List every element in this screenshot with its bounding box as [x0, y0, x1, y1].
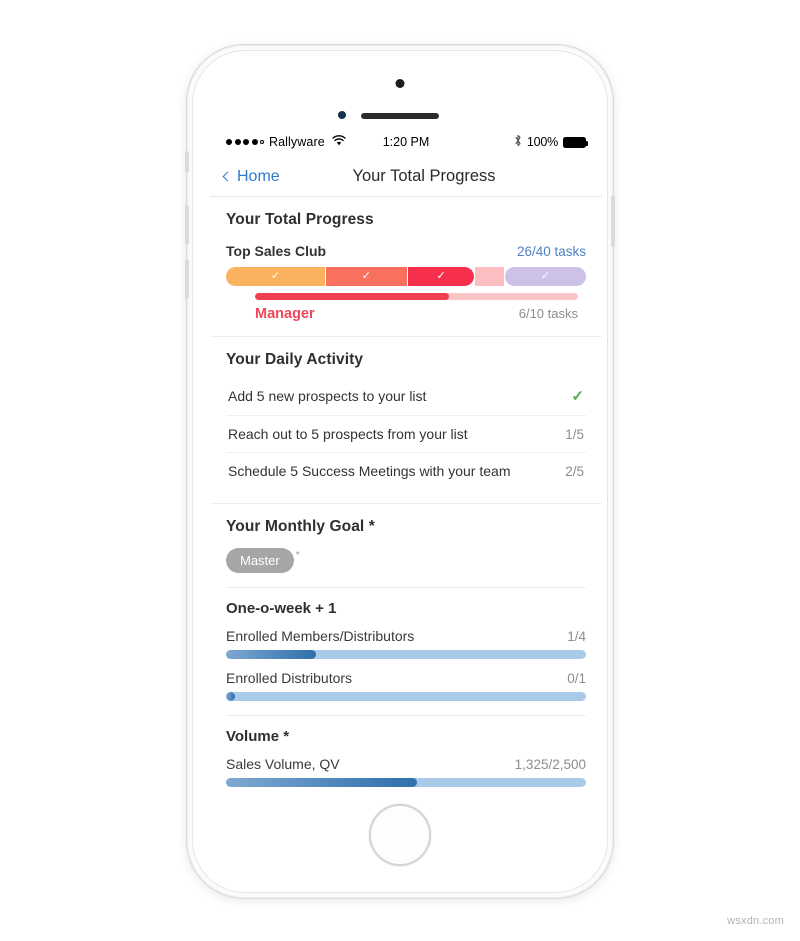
home-button[interactable]: [369, 804, 431, 866]
proximity-sensor-icon: [338, 111, 346, 119]
daily-activity-title: Your Daily Activity: [226, 351, 364, 368]
watermark: wsxdn.com: [727, 915, 784, 927]
segment-1[interactable]: ✓: [226, 267, 325, 286]
check-icon: ✓: [270, 270, 281, 282]
rank-row: Manager 6/10 tasks: [226, 306, 586, 322]
badge-row: Master *: [226, 548, 586, 573]
status-bar: Rallyware 1:20 PM 100%: [210, 127, 602, 157]
club-name: Top Sales Club: [226, 243, 327, 259]
metric-value: 1,325/2,500: [514, 757, 586, 772]
rank-tasks-count: 6/10 tasks: [518, 306, 578, 321]
metric-progress-track: [226, 650, 586, 659]
power-button[interactable]: [611, 195, 615, 247]
nav-bar: Home Your Total Progress: [210, 157, 602, 197]
metric-progress-fill: [226, 650, 316, 659]
section-total-progress: Your Total Progress Top Sales Club 26/40…: [210, 197, 602, 336]
chevron-left-icon: [222, 171, 233, 182]
metric-progress-track: [226, 692, 586, 701]
status-bar-left: Rallyware: [226, 135, 346, 149]
metric-progress-fill: [226, 692, 235, 701]
front-camera-icon: [395, 79, 405, 88]
phone-screen: Rallyware 1:20 PM 100% Home Your Total P…: [210, 127, 602, 827]
metric: Enrolled Members/Distributors 1/4: [226, 628, 586, 659]
activity-row[interactable]: Add 5 new prospects to your list ✓: [226, 379, 586, 415]
check-icon: ✓: [540, 270, 551, 282]
rank-label: Manager: [255, 306, 315, 322]
activity-row[interactable]: Reach out to 5 prospects from your list 1…: [226, 415, 586, 452]
metric-progress-fill: [226, 778, 417, 787]
metric: Sales Volume, QV 1,325/2,500: [226, 756, 586, 787]
screen-content: Your Total Progress Top Sales Club 26/40…: [210, 197, 602, 827]
metric-row: Enrolled Members/Distributors 1/4: [226, 628, 586, 644]
metric-row: Sales Volume, QV 1,325/2,500: [226, 756, 586, 772]
check-icon: ✓: [361, 270, 371, 282]
silence-switch[interactable]: [185, 151, 189, 173]
volume-up-button[interactable]: [185, 205, 189, 245]
activity-value: 1/5: [565, 426, 584, 442]
phone-frame: Rallyware 1:20 PM 100% Home Your Total P…: [185, 44, 615, 899]
wifi-icon: [332, 135, 346, 149]
activity-row[interactable]: Schedule 5 Success Meetings with your te…: [226, 452, 586, 489]
segment-2[interactable]: ✓: [325, 267, 407, 286]
metric-value: 1/4: [567, 629, 586, 644]
metric-label: Sales Volume, QV: [226, 756, 340, 772]
rank-progress-track: [255, 293, 578, 300]
club-row: Top Sales Club 26/40 tasks: [226, 243, 586, 259]
club-tasks-count: 26/40 tasks: [516, 244, 586, 259]
section-daily-activity: Your Daily Activity Add 5 new prospects …: [210, 336, 602, 503]
metric-label: Enrolled Distributors: [226, 670, 353, 686]
metric-label: Enrolled Members/Distributors: [226, 628, 415, 644]
total-progress-title: Your Total Progress: [226, 211, 374, 228]
activity-label: Reach out to 5 prospects from your list: [228, 426, 468, 442]
rank-progress-bar: [226, 293, 586, 300]
battery-full-icon: [563, 136, 588, 148]
bluetooth-icon: [514, 134, 522, 150]
goal-groups: One-o-week + 1 Enrolled Members/Distribut…: [226, 587, 586, 787]
metric: Enrolled Distributors 0/1: [226, 670, 586, 701]
segment-4[interactable]: [475, 267, 505, 286]
activity-label: Add 5 new prospects to your list: [228, 388, 427, 404]
badge-asterisk: *: [295, 550, 300, 561]
goal-group-title: Volume *: [226, 728, 290, 745]
monthly-goal-title: Your Monthly Goal *: [226, 518, 375, 535]
metric-progress-track: [226, 778, 586, 787]
segmented-progress-bar[interactable]: ✓ ✓ ✓ ✓: [226, 267, 586, 286]
status-bar-right: 100%: [514, 134, 588, 150]
carrier-name: Rallyware: [269, 135, 325, 149]
battery-percent: 100%: [526, 135, 558, 149]
goal-group: One-o-week + 1 Enrolled Members/Distribut…: [226, 587, 586, 701]
segment-3[interactable]: ✓: [407, 267, 475, 286]
signal-dots-icon: [226, 139, 264, 145]
rank-progress-fill: [255, 293, 449, 300]
volume-down-button[interactable]: [185, 259, 189, 299]
activity-value: 2/5: [565, 463, 584, 479]
goal-group-title: One-o-week + 1: [226, 600, 337, 617]
metric-row: Enrolled Distributors 0/1: [226, 670, 586, 686]
metric-value: 0/1: [567, 671, 586, 686]
back-button[interactable]: Home: [222, 167, 280, 186]
goal-group: Volume * Sales Volume, QV 1,325/2,500: [226, 715, 586, 787]
back-button-label: Home: [237, 167, 280, 185]
phone-bezel: Rallyware 1:20 PM 100% Home Your Total P…: [192, 50, 608, 893]
daily-activity-list: Add 5 new prospects to your list ✓ Reach o…: [226, 379, 586, 489]
status-badge[interactable]: Master: [226, 548, 294, 573]
earpiece-speaker: [361, 113, 439, 119]
segment-5[interactable]: ✓: [505, 267, 586, 286]
check-icon: ✓: [436, 270, 446, 282]
check-icon: ✓: [571, 388, 584, 405]
activity-label: Schedule 5 Success Meetings with your te…: [228, 463, 511, 479]
section-monthly-goal: Your Monthly Goal * Master * One-o-week …: [210, 503, 602, 801]
